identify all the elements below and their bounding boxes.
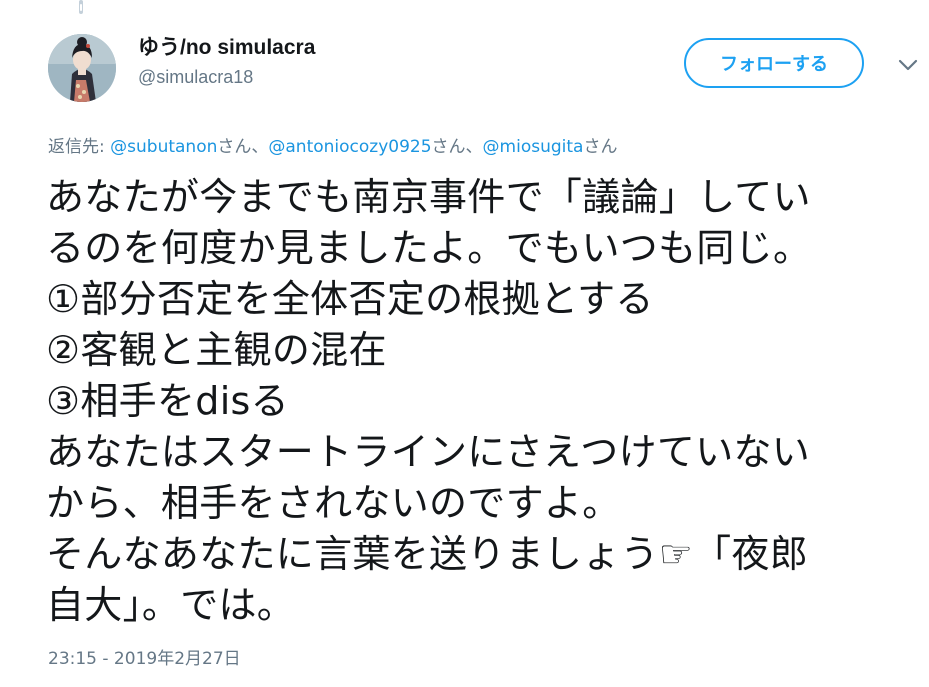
tweet-text-line: ②客観と主観の混在 [46,328,387,372]
reply-suffix: さん、 [431,137,483,157]
tweet-text-line: あなたが今までも南京事件で「議論」してい [46,175,811,219]
tweet-text-line: あなたはスタートラインにさえつけていない [46,430,811,474]
follow-button[interactable]: フォローする [684,38,864,88]
chevron-down-icon[interactable] [897,58,919,72]
thread-connector-icon [79,0,83,14]
tweet-text-line: ③相手をdisる [46,379,289,423]
reply-prefix: 返信先: [48,137,111,157]
tweet-text-line: ①部分否定を全体否定の根拠とする [46,277,654,321]
reply-suffix: さん [583,137,618,157]
mention-link[interactable]: @antoniocozy0925 [268,137,431,157]
tweet-text-line: から、相手をされないのですよ。 [46,481,621,525]
tweet-timestamp[interactable]: 23:15 - 2019年2月27日 [48,646,241,672]
author-display-name[interactable]: ゆう/no simulacra [138,34,315,62]
tweet-text: あなたが今までも南京事件で「議論」してい るのを何度か見ましたよ。でもいつも同じ… [46,172,916,631]
author-handle[interactable]: @simulacra18 [138,64,315,90]
tweet-author[interactable]: ゆう/no simulacra @simulacra18 [138,34,315,90]
mention-link[interactable]: @miosugita [483,137,584,157]
mention-link[interactable]: @subutanon [110,137,217,157]
reply-context: 返信先: @subutanonさん、@antoniocozy0925さん、@mi… [48,134,617,160]
avatar-illustration [48,34,116,102]
reply-suffix: さん、 [217,137,269,157]
avatar[interactable] [48,34,116,102]
tweet-text-line: 自大」。では。 [46,583,296,627]
tweet-text-line: そんなあなたに言葉を送りましょう☞「夜郎 [46,532,809,576]
tweet-text-line: るのを何度か見ましたよ。でもいつも同じ。 [46,226,812,270]
